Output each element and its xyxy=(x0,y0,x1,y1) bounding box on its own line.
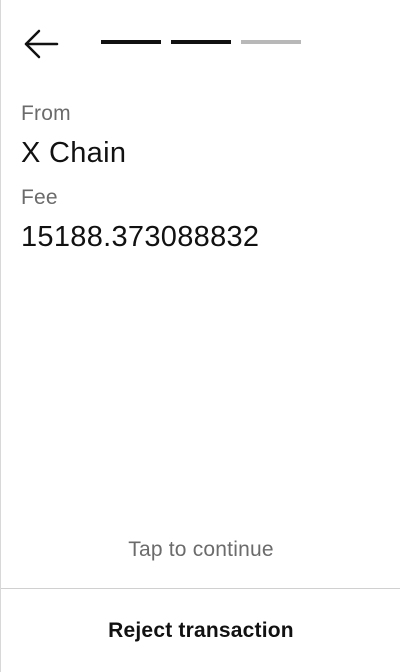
from-value: X Chain xyxy=(21,137,127,169)
progress-step-2 xyxy=(171,40,231,44)
tap-to-continue-hint[interactable]: Tap to continue xyxy=(1,538,400,562)
from-label: From xyxy=(21,102,71,125)
transaction-review-screen[interactable]: From X Chain Fee 15188.373088832 Tap to … xyxy=(0,0,400,672)
progress-step-1 xyxy=(101,40,161,44)
fee-label: Fee xyxy=(21,186,58,209)
step-progress xyxy=(101,40,301,44)
progress-step-3 xyxy=(241,40,301,44)
fee-value: 15188.373088832 xyxy=(21,221,260,253)
arrow-left-icon xyxy=(24,29,59,59)
back-button[interactable] xyxy=(21,28,61,60)
reject-transaction-button[interactable]: Reject transaction xyxy=(1,589,400,672)
